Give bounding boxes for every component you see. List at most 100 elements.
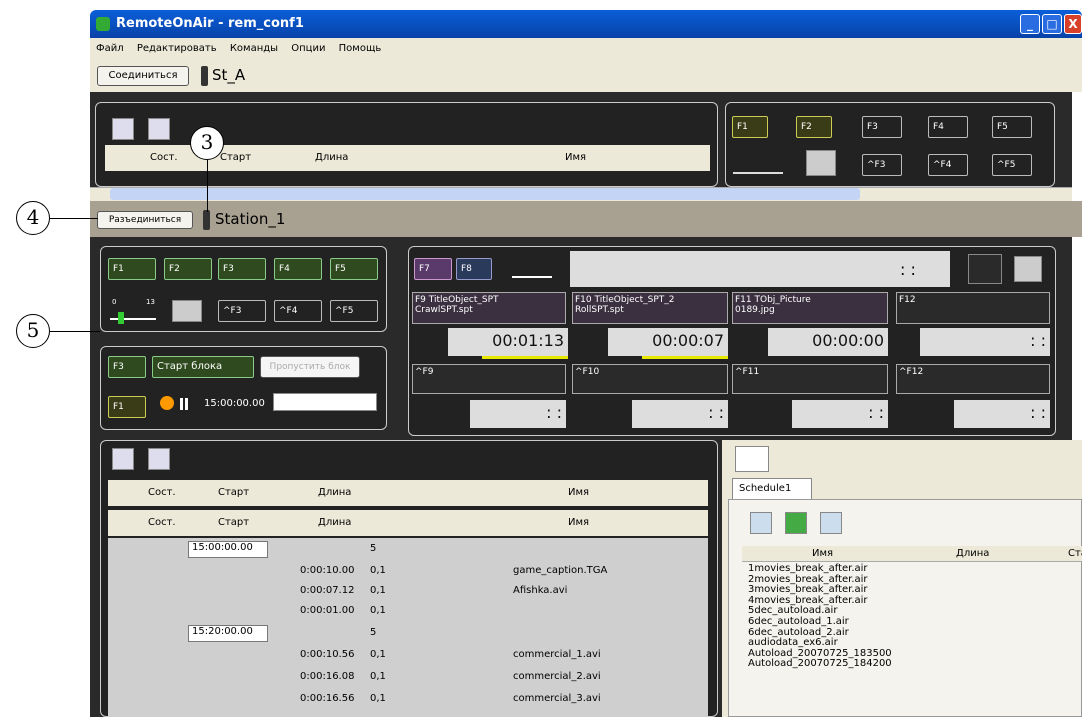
add-green-icon[interactable] <box>785 512 807 534</box>
top-f1-button[interactable]: F1 <box>732 116 768 138</box>
state-col[interactable]: Сост. <box>150 145 178 171</box>
start-col[interactable]: Старт <box>220 145 251 171</box>
slot-f11[interactable]: F11 TObj_Picture 0189.jpg <box>732 292 888 324</box>
clear-slots-icon[interactable] <box>1014 256 1042 282</box>
add-icon[interactable] <box>112 448 134 470</box>
f5-button[interactable]: F5 <box>330 258 378 280</box>
callout-5: 5 <box>16 314 50 348</box>
length-col[interactable]: Длина <box>318 480 351 506</box>
menu-commands[interactable]: Команды <box>230 43 278 54</box>
clock-icon <box>160 396 174 410</box>
cf5-button[interactable]: ^F5 <box>330 300 378 322</box>
f4-button[interactable]: F4 <box>274 258 322 280</box>
playlist-row[interactable]: 0:00:10.00 0,1 game_caption.TGA <box>108 562 708 582</box>
scroll-thumb[interactable] <box>110 188 860 200</box>
slot-f9[interactable]: F9 TitleObject_SPT CrawlSPT.spt <box>412 292 566 324</box>
playlist-row[interactable]: 0:00:16.56 0,1 commercial_3.avi <box>108 690 708 710</box>
window-title: RemoteOnAir - rem_conf1 <box>116 16 304 31</box>
slot-f9-time: 00:01:13 <box>448 328 568 356</box>
skip-block-button[interactable]: Пропустить блок <box>260 356 360 378</box>
sched-col-name[interactable]: Имя <box>812 546 833 562</box>
row-length: 0:00:10.56 <box>300 649 355 660</box>
row-val: 0,1 <box>370 585 386 596</box>
top-stop-icon[interactable] <box>806 150 836 176</box>
top-f2-button[interactable]: F2 <box>796 116 832 138</box>
sched-col-length[interactable]: Длина <box>956 546 989 562</box>
slider-min: 0 <box>112 298 117 306</box>
playlist-row[interactable]: 15:00:00.00 5 <box>108 540 708 560</box>
f7-button[interactable]: F7 <box>414 258 452 280</box>
menu-edit[interactable]: Редактировать <box>137 43 217 54</box>
block-f3-button[interactable]: F3 <box>108 356 146 378</box>
doc-icon[interactable] <box>750 512 772 534</box>
length-col[interactable]: Длина <box>315 145 348 171</box>
cf4-button[interactable]: ^F4 <box>274 300 322 322</box>
length-col[interactable]: Длина <box>318 510 351 536</box>
start-col[interactable]: Старт <box>218 510 249 536</box>
slot-f12[interactable]: F12 <box>896 292 1050 324</box>
playlist-row[interactable]: 0:00:10.56 0,1 commercial_1.avi <box>108 646 708 666</box>
cf3-button[interactable]: ^F3 <box>218 300 266 322</box>
stop-all-icon[interactable] <box>172 300 202 322</box>
row-name: commercial_3.avi <box>513 693 601 704</box>
row-name: game_caption.TGA <box>513 565 608 576</box>
slot-cf9[interactable]: ^F9 <box>412 364 566 394</box>
schedule-item[interactable]: 1movies_break_after.air <box>748 563 1078 575</box>
connect-button[interactable]: Соединиться <box>97 66 189 86</box>
pause-icon[interactable] <box>180 398 188 410</box>
start-block-button[interactable]: Старт блока <box>152 356 254 378</box>
menu-file[interactable]: Файл <box>96 43 124 54</box>
schedule-tab[interactable]: Schedule1 <box>732 478 812 500</box>
slots-slider[interactable] <box>512 276 552 278</box>
state-col[interactable]: Сост. <box>148 510 176 536</box>
callout-3-line <box>207 160 208 212</box>
add-icon[interactable] <box>112 118 134 140</box>
top-slider[interactable] <box>733 172 783 174</box>
f2-button[interactable]: F2 <box>164 258 212 280</box>
schedule-item[interactable]: Autoload_20070725_184200 <box>748 659 1078 670</box>
slot-cf12[interactable]: ^F12 <box>896 364 1050 394</box>
name-col[interactable]: Имя <box>568 480 589 506</box>
close-button[interactable]: X <box>1064 14 1082 34</box>
minimize-button[interactable]: _ <box>1020 14 1040 34</box>
return-icon[interactable] <box>148 448 170 470</box>
schedule-item[interactable]: 6dec_autoload_1.air <box>748 616 1078 628</box>
start-col[interactable]: Старт <box>218 480 249 506</box>
f3-button[interactable]: F3 <box>218 258 266 280</box>
playlist-row[interactable]: 15:20:00.00 5 <box>108 624 708 644</box>
disconnect-button[interactable]: Разъединиться <box>97 211 193 229</box>
slot-f10[interactable]: F10 TitleObject_SPT_2 RollSPT.spt <box>572 292 728 324</box>
menu-help[interactable]: Помощь <box>339 43 382 54</box>
return-icon[interactable] <box>148 118 170 140</box>
name-col[interactable]: Имя <box>565 145 586 171</box>
playlist-row[interactable]: 0:00:01.00 0,1 <box>108 602 708 622</box>
volume-slider[interactable] <box>110 318 156 320</box>
playlist-row[interactable]: 0:00:16.08 0,1 commercial_2.avi <box>108 668 708 688</box>
top-cf4-button[interactable]: ^F4 <box>928 154 968 176</box>
f1-button[interactable]: F1 <box>108 258 156 280</box>
f8-button[interactable]: F8 <box>456 258 492 280</box>
playlist-row[interactable]: 0:00:07.12 0,1 Afishka.avi <box>108 582 708 602</box>
slot-cf11[interactable]: ^F11 <box>732 364 888 394</box>
top-f3-button[interactable]: F3 <box>862 116 902 138</box>
row-val: 0,1 <box>370 693 386 704</box>
top-cf3-button[interactable]: ^F3 <box>862 154 902 176</box>
time-input[interactable]: 15:00:00.00 <box>188 541 268 558</box>
schedule-doc-icon[interactable] <box>735 446 769 472</box>
top-cf5-button[interactable]: ^F5 <box>992 154 1032 176</box>
slider-knob[interactable] <box>118 312 124 324</box>
block-f1-button[interactable]: F1 <box>108 396 146 418</box>
menu-options[interactable]: Опции <box>291 43 325 54</box>
slot-cf11-time: : : <box>792 400 888 428</box>
top-f5-button[interactable]: F5 <box>992 116 1032 138</box>
return-icon[interactable] <box>820 512 842 534</box>
slot-cf10[interactable]: ^F10 <box>572 364 728 394</box>
top-f4-button[interactable]: F4 <box>928 116 968 138</box>
sched-col-start[interactable]: Ста <box>1068 546 1082 562</box>
time-input[interactable]: 15:20:00.00 <box>188 625 268 642</box>
state-col[interactable]: Сост. <box>148 480 176 506</box>
schedule-list: 1movies_break_after.air 2movies_break_af… <box>748 563 1078 670</box>
name-col[interactable]: Имя <box>568 510 589 536</box>
block-time-input[interactable] <box>273 393 377 411</box>
maximize-button[interactable]: □ <box>1042 14 1062 34</box>
